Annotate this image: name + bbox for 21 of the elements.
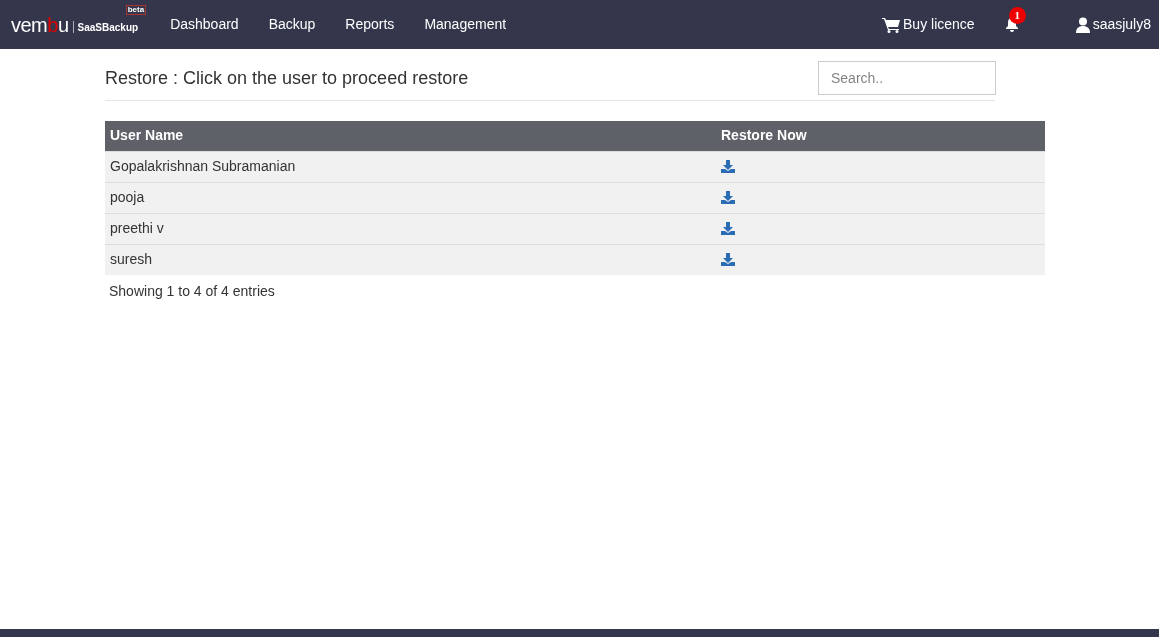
buy-licence-link[interactable]: Buy licence — [882, 14, 975, 35]
column-header: User Name — [105, 121, 716, 151]
page-title: Restore : Click on the user to proceed restore — [105, 67, 469, 90]
download-icon[interactable] — [721, 253, 735, 267]
nav-link[interactable]: Reports — [345, 14, 395, 35]
user-menu[interactable]: saasjuly8 — [1075, 14, 1151, 35]
download-icon[interactable] — [721, 160, 735, 173]
cart-icon — [882, 16, 902, 33]
table-info: Showing 1 to 4 of 4 entries — [109, 282, 276, 301]
nav-link[interactable]: Dashboard — [170, 14, 239, 35]
logo-text: vembu — [11, 14, 69, 35]
user-icon — [1075, 16, 1090, 33]
column-header: Restore Now — [716, 121, 1045, 151]
search-field[interactable]: Search.. — [818, 61, 996, 95]
download-icon[interactable] — [721, 222, 735, 235]
notification-count: 1 — [1008, 7, 1026, 24]
product-name: SaaSBackup — [77, 22, 139, 33]
download-icon[interactable] — [721, 191, 735, 204]
nav-link[interactable]: Management — [424, 14, 507, 35]
nav-link[interactable]: Backup — [268, 14, 316, 35]
beta-badge: beta — [125, 4, 147, 15]
